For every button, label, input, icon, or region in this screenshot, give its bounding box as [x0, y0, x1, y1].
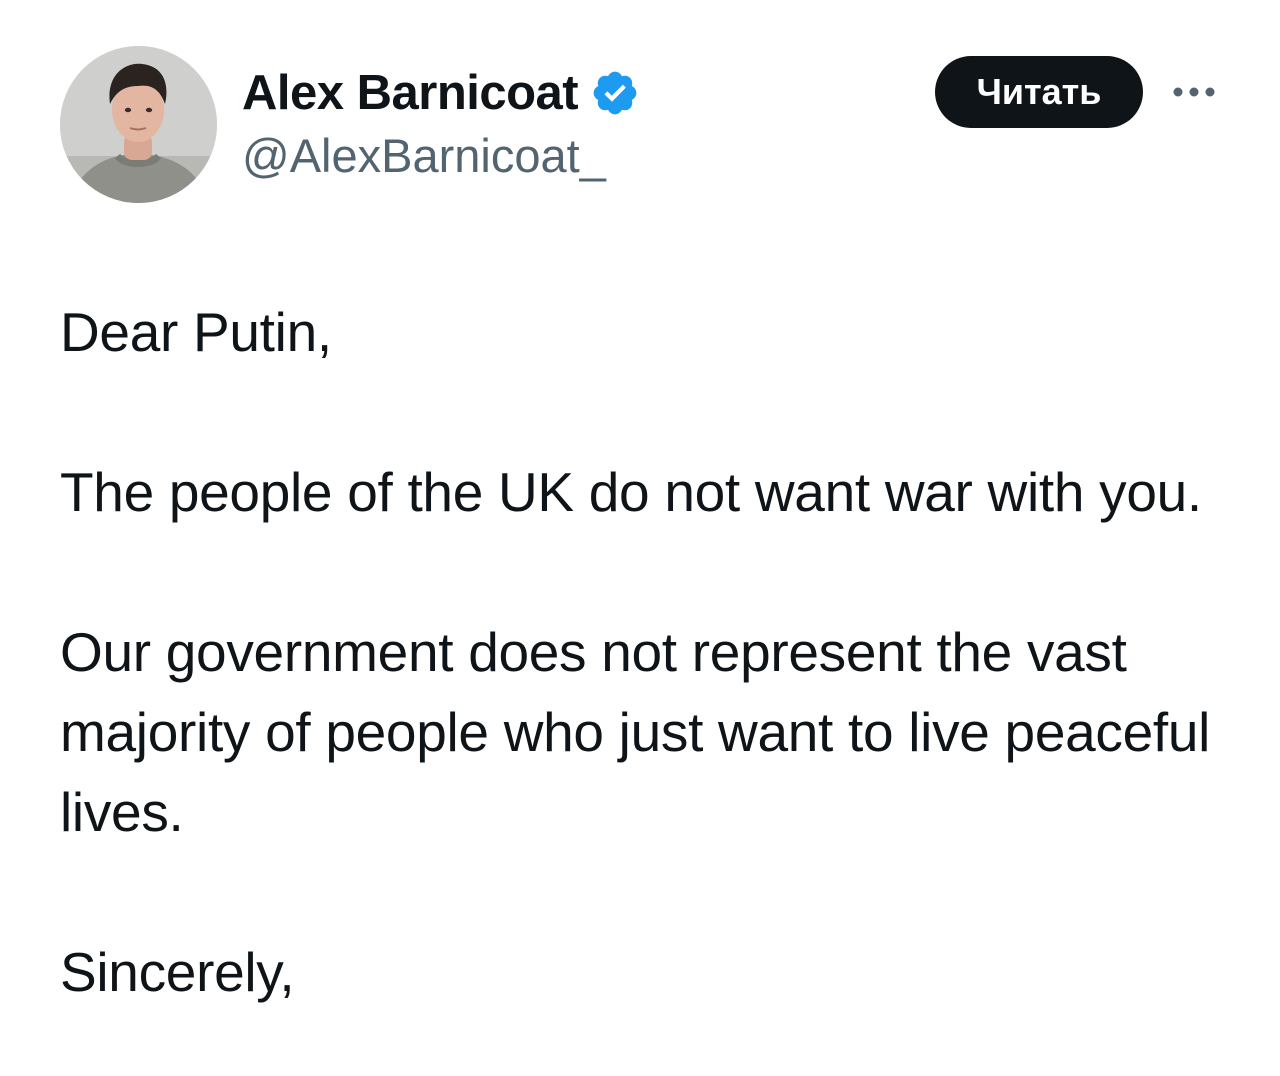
author-display-name[interactable]: Alex Barnicoat [242, 65, 579, 121]
tweet-paragraph-greeting: Dear Putin, [60, 301, 332, 363]
tweet-paragraph-statement: The people of the UK do not want war wit… [60, 461, 1202, 523]
verified-badge-icon[interactable] [590, 68, 640, 118]
more-options-icon[interactable] [1166, 70, 1222, 114]
tweet-paragraph-government: Our government does not represent the va… [60, 621, 1211, 843]
follow-button[interactable]: Читать [935, 56, 1143, 128]
author-avatar[interactable] [60, 46, 217, 203]
author-handle[interactable]: @AlexBarnicoat_ [242, 128, 606, 183]
tweet-paragraph-signoff: Sincerely, [60, 941, 295, 1003]
tweet-body: Dear Putin, The people of the UK do not … [60, 292, 1240, 1012]
avatar-photo-icon [60, 46, 217, 203]
tweet-card: Alex Barnicoat @AlexBarnicoat_ Читать De… [0, 0, 1280, 1076]
author-name-row: Alex Barnicoat [242, 62, 640, 124]
